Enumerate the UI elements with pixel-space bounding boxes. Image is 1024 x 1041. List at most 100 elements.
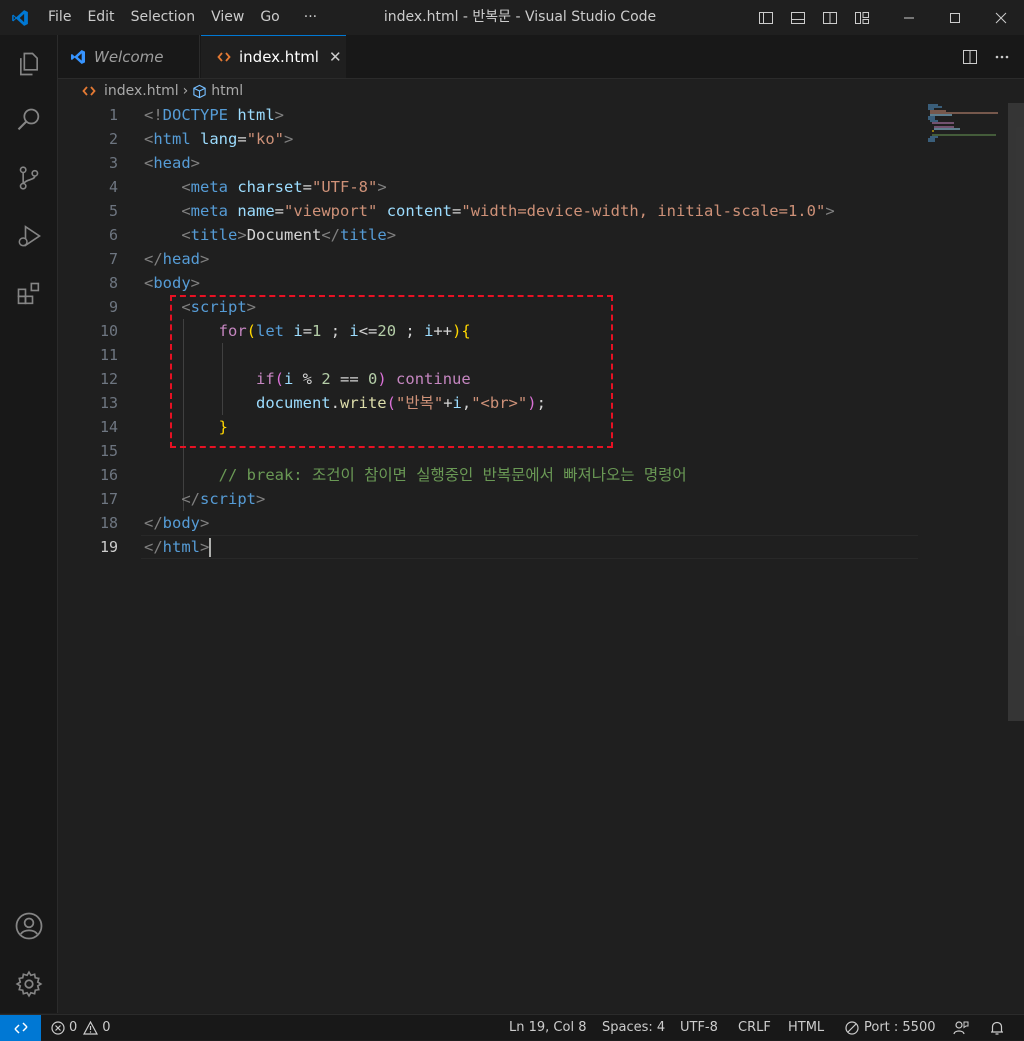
code-line-17: </script> [144, 487, 835, 511]
line-number-gutter: 1 2 3 4 5 6 7 8 9 10 11 12 13 14 15 16 1… [58, 103, 118, 559]
code-editor[interactable]: 1 2 3 4 5 6 7 8 9 10 11 12 13 14 15 16 1… [58, 103, 1024, 1013]
title-bar: File Edit Selection View Go ··· index.ht… [0, 0, 1024, 35]
status-bar: 0 0 Ln 19, Col 8 Spaces: 4 UTF-8 CRLF HT… [0, 1014, 1024, 1041]
token: > [274, 106, 285, 124]
code-line-18: </body> [144, 511, 835, 535]
breadcrumb: index.html › html [58, 79, 1024, 103]
minimize-icon[interactable] [886, 0, 932, 35]
language-mode[interactable]: HTML [788, 1015, 824, 1040]
html-file-icon [82, 84, 96, 98]
text-cursor [209, 538, 212, 557]
token: > [284, 130, 294, 148]
token: "UTF-8" [312, 178, 378, 196]
line-number: 6 [108, 226, 118, 244]
token: title [340, 226, 387, 244]
token: < [144, 130, 154, 148]
token: content [386, 202, 453, 220]
token: </ [181, 490, 200, 508]
token: html [162, 538, 200, 556]
minimap[interactable] [926, 103, 1006, 163]
search-icon[interactable] [0, 96, 57, 144]
feedback-icon[interactable] [953, 1015, 969, 1040]
tab-welcome[interactable]: Welcome [58, 35, 200, 78]
token: = [452, 202, 462, 220]
extensions-icon[interactable] [0, 270, 57, 318]
token: Document [246, 226, 322, 244]
line-number: 3 [108, 154, 118, 172]
menu-more[interactable]: ··· [296, 0, 325, 35]
token: "width=device-width, initial-scale=1.0" [461, 202, 826, 220]
menu-edit[interactable]: Edit [79, 0, 122, 35]
line-number: 18 [99, 514, 118, 532]
token: < [181, 178, 191, 196]
toggle-primary-sidebar-icon[interactable] [754, 0, 778, 35]
line-number: 5 [108, 202, 118, 220]
problems-indicator[interactable]: 0 0 [51, 1015, 111, 1040]
token: </ [144, 538, 163, 556]
token: </ [144, 250, 163, 268]
token: body [153, 274, 191, 292]
token: = [302, 178, 313, 196]
line-number: 8 [108, 274, 118, 292]
accounts-icon[interactable] [0, 902, 57, 950]
live-server-port[interactable]: Port : 5500 [845, 1015, 936, 1040]
tab-index-html[interactable]: index.html ✕ [201, 35, 346, 78]
toggle-panel-icon[interactable] [786, 0, 810, 35]
line-number: 14 [99, 418, 118, 436]
split-editor-icon[interactable] [962, 49, 978, 65]
line-number: 12 [99, 370, 118, 388]
token: </ [144, 514, 163, 532]
token: charset [237, 178, 303, 196]
code-line-16: // break: 조건이 참이면 실행중인 반복문에서 빠져나오는 명령어 [144, 463, 835, 487]
maximize-icon[interactable] [932, 0, 978, 35]
end-of-line[interactable]: CRLF [738, 1015, 771, 1040]
indentation[interactable]: Spaces: 4 [602, 1015, 665, 1040]
toggle-secondary-sidebar-icon[interactable] [818, 0, 842, 35]
no-entry-icon [845, 1020, 859, 1035]
code-line-8: <body> [144, 271, 835, 295]
line-number: 10 [99, 322, 118, 340]
token: < [144, 274, 154, 292]
breadcrumb-file[interactable]: index.html [104, 83, 179, 99]
token: < [181, 202, 191, 220]
warning-count: 0 [102, 1020, 111, 1035]
menu-go[interactable]: Go [252, 0, 287, 35]
remote-indicator-icon[interactable] [0, 1015, 41, 1041]
breadcrumb-symbol[interactable]: html [211, 83, 243, 99]
menu-file[interactable]: File [40, 0, 79, 35]
token: </ [321, 226, 341, 244]
token: name [237, 202, 275, 220]
html-file-icon [217, 50, 231, 64]
explorer-icon[interactable] [0, 40, 57, 88]
token: lang [200, 130, 238, 148]
token: = [274, 202, 285, 220]
token: > [190, 274, 201, 292]
line-number: 13 [99, 394, 118, 412]
token: <! [144, 106, 163, 124]
menu-selection[interactable]: Selection [123, 0, 204, 35]
line-number: 2 [108, 130, 118, 148]
menu-view[interactable]: View [203, 0, 252, 35]
source-control-icon[interactable] [0, 154, 57, 202]
encoding[interactable]: UTF-8 [680, 1015, 718, 1040]
customize-layout-icon[interactable] [850, 0, 874, 35]
token: > [377, 178, 387, 196]
code-line-19: </html> [144, 535, 835, 559]
cursor-position[interactable]: Ln 19, Col 8 [509, 1015, 586, 1040]
token: > [237, 226, 247, 244]
vertical-scrollbar[interactable] [1008, 103, 1024, 721]
token: > [190, 154, 201, 172]
more-actions-icon[interactable] [994, 49, 1010, 65]
token: > [200, 514, 210, 532]
line-number-current: 19 [99, 538, 118, 556]
close-window-icon[interactable] [978, 0, 1024, 35]
line-number: 17 [99, 490, 118, 508]
token: = [237, 130, 247, 148]
run-and-debug-icon[interactable] [0, 212, 57, 260]
line-number: 15 [99, 442, 118, 460]
line-number: 11 [99, 346, 118, 364]
notifications-bell-icon[interactable] [989, 1015, 1005, 1040]
manage-gear-icon[interactable] [0, 960, 57, 1008]
code-line-5: <meta name="viewport" content="width=dev… [144, 199, 834, 223]
close-tab-icon[interactable]: ✕ [329, 48, 342, 66]
